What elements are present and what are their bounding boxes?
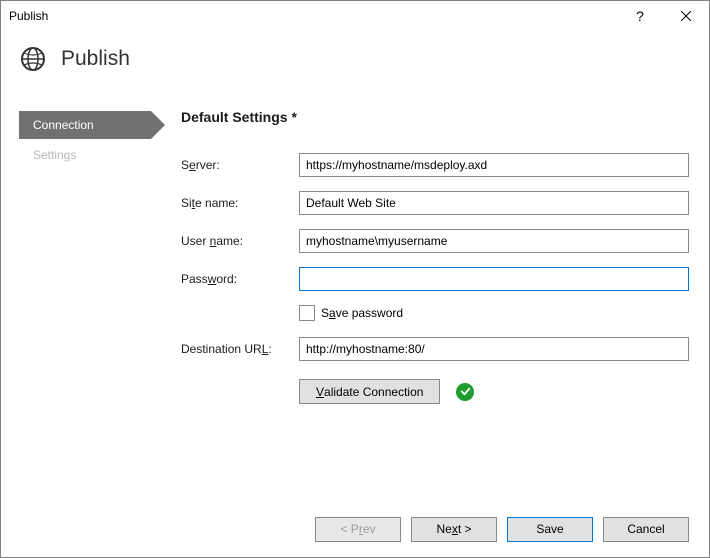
prev-button: < Prev xyxy=(315,517,401,542)
sitename-label: Site name: xyxy=(181,196,299,210)
help-button[interactable]: ? xyxy=(617,1,663,31)
username-label: User name: xyxy=(181,234,299,248)
globe-icon xyxy=(19,45,47,73)
nav-item-connection[interactable]: Connection xyxy=(19,111,151,139)
validation-success-icon xyxy=(456,383,474,401)
form-panel: Default Settings * Server: Site name: Us… xyxy=(181,87,709,501)
title-bar: Publish ? xyxy=(1,1,709,31)
save-password-checkbox[interactable] xyxy=(299,305,315,321)
destination-url-label: Destination URL: xyxy=(181,342,299,356)
close-icon xyxy=(681,11,691,21)
validate-connection-button[interactable]: Validate Connection xyxy=(299,379,440,404)
page-title: Publish xyxy=(61,47,130,71)
password-label: Password: xyxy=(181,272,299,286)
window-title: Publish xyxy=(9,9,48,23)
save-password-label: Save password xyxy=(321,306,403,320)
username-input[interactable] xyxy=(299,229,689,253)
sitename-input[interactable] xyxy=(299,191,689,215)
server-input[interactable] xyxy=(299,153,689,177)
nav-item-settings[interactable]: Settings xyxy=(19,141,151,169)
header: Publish xyxy=(1,31,709,87)
side-nav: Connection Settings xyxy=(1,87,181,501)
close-button[interactable] xyxy=(663,1,709,31)
destination-url-input[interactable] xyxy=(299,337,689,361)
save-button[interactable]: Save xyxy=(507,517,593,542)
footer: < Prev Next > Save Cancel xyxy=(1,501,709,557)
next-button[interactable]: Next > xyxy=(411,517,497,542)
cancel-button[interactable]: Cancel xyxy=(603,517,689,542)
server-label: Server: xyxy=(181,158,299,172)
form-title: Default Settings * xyxy=(181,109,689,125)
password-input[interactable] xyxy=(299,267,689,291)
